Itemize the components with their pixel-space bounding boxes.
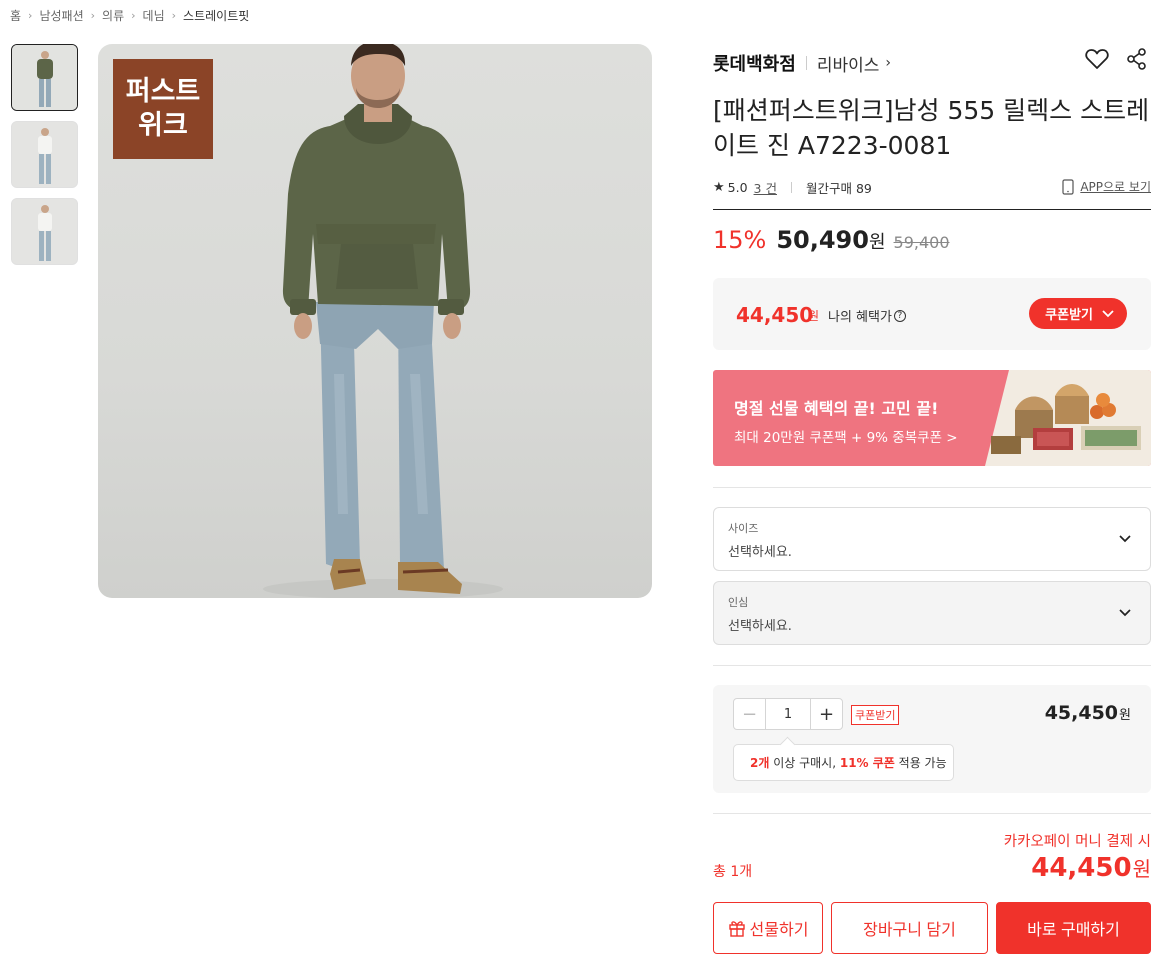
chevron-down-icon — [1119, 535, 1131, 543]
rating-row: ★ 5.0 3 건 월간구매 89 APP으로 보기 — [713, 178, 1151, 197]
thumbnail-list — [11, 44, 78, 275]
chevron-down-icon — [1119, 609, 1131, 617]
inseam-select[interactable]: 인심 선택하세요. — [713, 581, 1151, 645]
action-buttons: 선물하기 장바구니 담기 바로 구매하기 — [713, 902, 1151, 954]
inseam-select-value: 선택하세요. — [728, 619, 792, 634]
size-select-value: 선택하세요. — [728, 545, 792, 560]
buy-now-button[interactable]: 바로 구매하기 — [996, 902, 1151, 954]
store-name[interactable]: 롯데백화점 — [713, 50, 796, 76]
benefit-price-box: 44,450 원 나의 혜택가 ? 쿠폰받기 — [713, 278, 1151, 350]
monthly-purchases: 월간구매 89 — [805, 181, 872, 196]
line-price: 45,450 원 — [1045, 702, 1131, 724]
line-price-value: 45,450 — [1044, 702, 1119, 724]
help-icon[interactable]: ? — [893, 309, 906, 322]
thumbnail-3[interactable] — [11, 198, 78, 265]
heart-icon[interactable] — [1085, 48, 1109, 74]
product-title: [패션퍼스트위크]남성 555 릴렉스 스트레이트 진 A7223-0081 — [713, 96, 1150, 160]
brand-link[interactable]: 리바이스 — [817, 51, 880, 76]
divider — [790, 182, 792, 193]
total-price-value: 44,450 — [1031, 853, 1132, 883]
price-row: 15% 50,490 원 59,400 — [713, 226, 950, 254]
product-main-image[interactable]: 퍼스트 위크 — [98, 44, 652, 598]
quantity-plus-button[interactable]: + — [811, 699, 842, 729]
discount-rate: 15% — [713, 226, 767, 254]
rating-score: 5.0 — [727, 180, 748, 195]
add-to-cart-button[interactable]: 장바구니 담기 — [831, 902, 988, 954]
size-select-label: 사이즈 — [728, 522, 759, 535]
mobile-phone-icon — [1062, 178, 1074, 195]
get-coupon-button[interactable]: 쿠폰받기 — [1029, 298, 1127, 329]
quantity-input[interactable]: 1 — [765, 699, 811, 729]
app-view-link[interactable]: APP으로 보기 — [1062, 178, 1151, 195]
brand-row: 롯데백화점 리바이스 › — [713, 48, 1151, 76]
chevron-right-icon: › — [28, 9, 33, 22]
currency-unit: 원 — [868, 232, 886, 253]
tooltip-percent: 11% 쿠폰 — [839, 756, 895, 770]
tooltip-qty: 2개 — [750, 756, 770, 770]
breadcrumb-straight-fit[interactable]: 스트레이트핏 — [183, 7, 249, 24]
holiday-promo-banner[interactable]: 명절 선물 혜택의 끝! 고민 끝! 최대 20만원 쿠폰팩 + 9% 중복쿠폰… — [713, 370, 1151, 466]
divider — [713, 813, 1151, 814]
size-select[interactable]: 사이즈 선택하세요. — [713, 507, 1151, 571]
chevron-right-icon[interactable]: › — [885, 55, 891, 71]
gift-icon — [728, 921, 745, 937]
first-week-badge: 퍼스트 위크 — [113, 59, 213, 159]
app-view-label: APP으로 보기 — [1080, 180, 1151, 194]
get-coupon-label: 쿠폰받기 — [1045, 307, 1093, 322]
currency-unit: 원 — [808, 309, 820, 323]
currency-unit: 원 — [1119, 708, 1131, 723]
inseam-select-label: 인심 — [728, 596, 749, 609]
total-price: 44,450 원 — [1031, 853, 1151, 883]
benefit-price: 44,450 — [736, 303, 814, 327]
divider — [713, 209, 1151, 210]
breadcrumb-home[interactable]: 홈 — [10, 7, 21, 24]
breadcrumb: 홈 › 남성패션 › 의류 › 데님 › 스트레이트핏 — [10, 7, 249, 24]
thumbnail-2[interactable] — [11, 121, 78, 188]
gift-button-label: 선물하기 — [749, 922, 809, 939]
divider — [713, 665, 1151, 666]
total-count: 총 1개 — [713, 864, 753, 880]
tooltip-text-2: 적용 가능 — [894, 756, 947, 770]
divider — [713, 487, 1151, 488]
quantity-stepper: − 1 + — [733, 698, 843, 730]
breadcrumb-clothing[interactable]: 의류 — [102, 7, 124, 24]
quantity-box: − 1 + 쿠폰받기 45,450 원 2개 이상 구매시, 11% 쿠폰 적용… — [713, 685, 1151, 793]
badge-line-2: 위크 — [138, 110, 188, 141]
chevron-right-icon: › — [171, 9, 177, 22]
star-icon: ★ — [713, 180, 725, 195]
benefit-label[interactable]: 나의 혜택가 ? — [828, 306, 906, 325]
coupon-tooltip: 2개 이상 구매시, 11% 쿠폰 적용 가능 — [733, 744, 954, 781]
buy-now-label: 바로 구매하기 — [1027, 922, 1120, 939]
review-count-link[interactable]: 3 건 — [754, 178, 777, 197]
gift-button[interactable]: 선물하기 — [713, 902, 823, 954]
coupon-tag-button[interactable]: 쿠폰받기 — [851, 705, 900, 725]
badge-line-1: 퍼스트 — [125, 76, 201, 107]
thumbnail-1[interactable] — [11, 44, 78, 111]
original-price: 59,400 — [893, 233, 950, 252]
breadcrumb-denim[interactable]: 데님 — [143, 7, 165, 24]
chevron-right-icon: › — [90, 9, 96, 22]
gift-set-image — [985, 370, 1151, 466]
chevron-right-icon: › — [131, 9, 136, 22]
banner-title: 명절 선물 혜택의 끝! 고민 끝! — [734, 399, 939, 418]
currency-unit: 원 — [1132, 857, 1151, 881]
benefit-label-text: 나의 혜택가 — [828, 310, 892, 325]
sale-price: 50,490 — [776, 226, 869, 254]
kakaopay-notice: 카카오페이 머니 결제 시 — [1003, 834, 1151, 850]
chevron-down-icon — [1102, 310, 1114, 318]
banner-subtitle: 최대 20만원 쿠폰팩 + 9% 중복쿠폰 > — [734, 430, 958, 446]
add-to-cart-label: 장바구니 담기 — [863, 922, 956, 939]
divider — [805, 56, 807, 70]
share-icon[interactable] — [1127, 48, 1147, 74]
quantity-minus-button[interactable]: − — [734, 699, 765, 729]
tooltip-text-1: 이상 구매시, — [769, 756, 840, 770]
breadcrumb-men-fashion[interactable]: 남성패션 — [39, 7, 83, 24]
